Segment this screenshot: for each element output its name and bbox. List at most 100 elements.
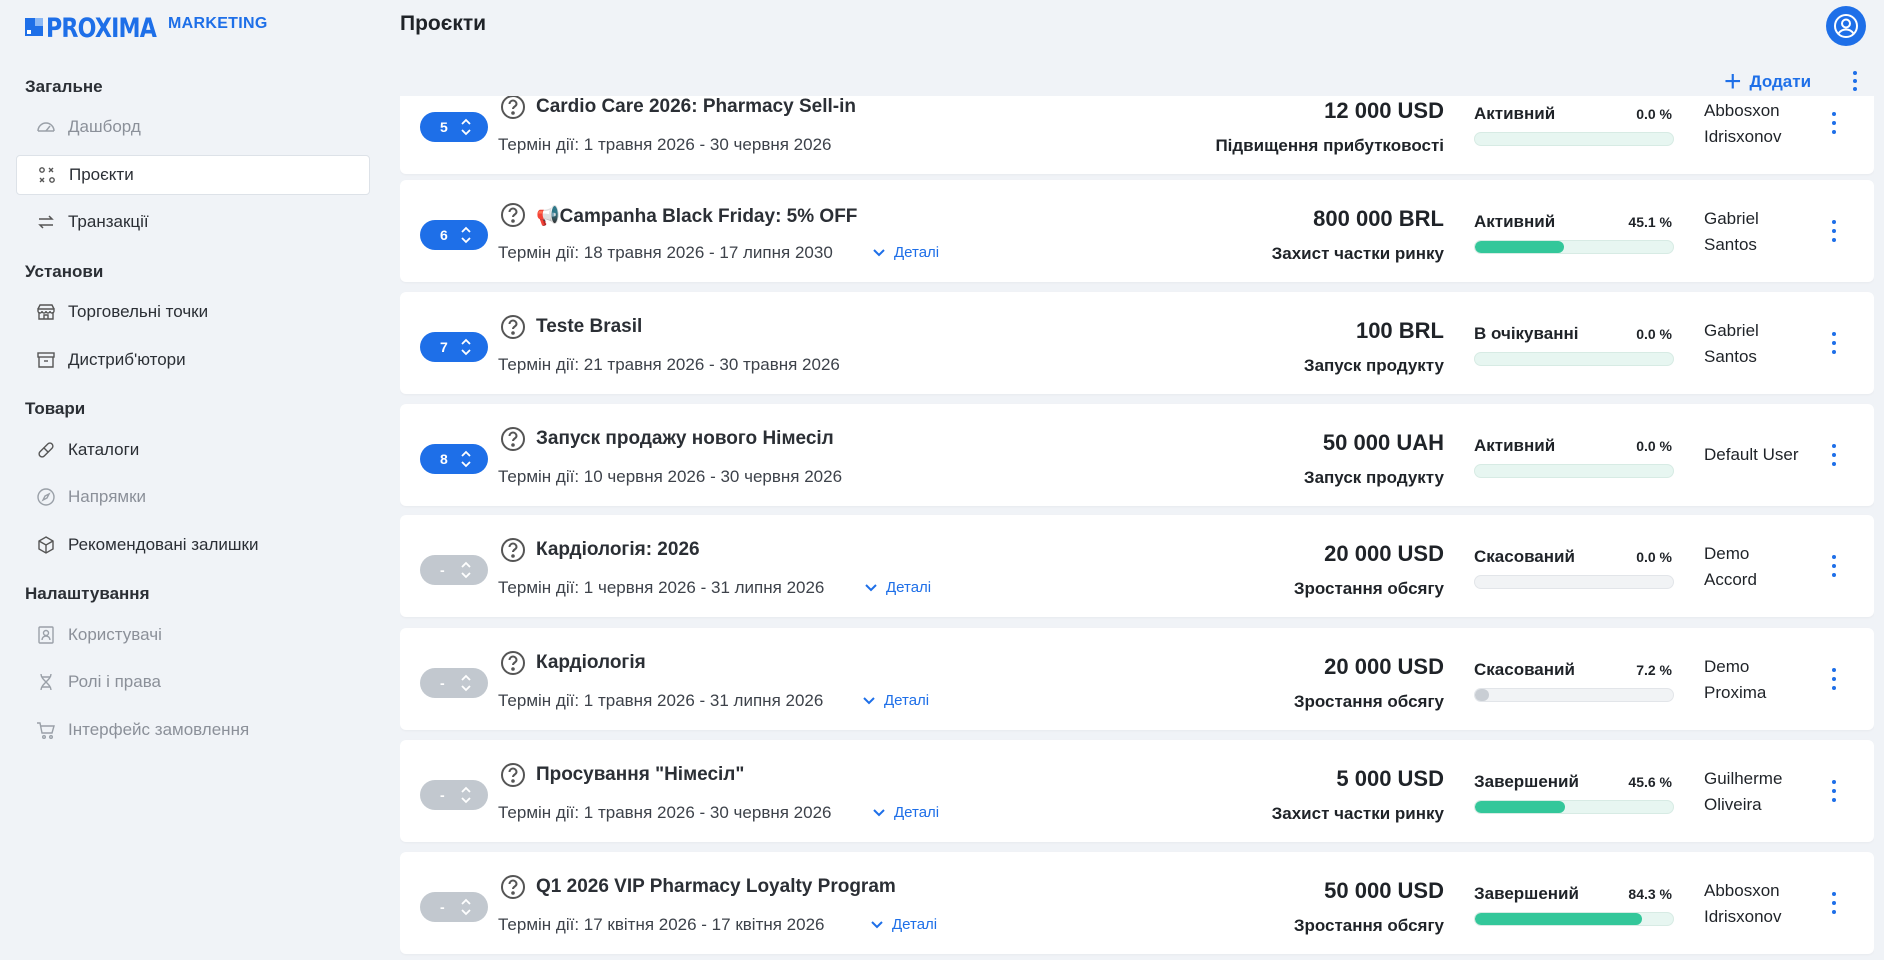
- priority-stepper[interactable]: 7: [420, 332, 488, 362]
- section-settings: Налаштування: [25, 584, 150, 603]
- brand-logo[interactable]: PROXIMA MARKETING: [25, 14, 268, 44]
- sidebar-item-label: Рекомендовані залишки: [68, 535, 259, 554]
- project-card[interactable]: - Кардіологія Термін дії: 1 травня 2026 …: [400, 628, 1874, 730]
- projects-icon: [39, 167, 55, 183]
- priority-stepper[interactable]: 6: [420, 220, 488, 250]
- project-goal: Підвищення прибутковості: [1215, 136, 1444, 155]
- sidebar-item-label: Користувачі: [68, 625, 162, 644]
- project-term: Термін дії: 1 травня 2026 - 30 червня 20…: [498, 803, 832, 822]
- project-title[interactable]: Кардіологія: [536, 652, 646, 674]
- owner-name-line: Abbosxon: [1704, 881, 1780, 900]
- chevron-down-icon: [863, 696, 875, 704]
- chevron-down-icon: [871, 920, 883, 928]
- project-owner: Demo Accord: [1704, 541, 1757, 593]
- row-menu-icon[interactable]: [1828, 890, 1840, 916]
- help-icon[interactable]: [500, 762, 526, 788]
- user-icon: [1834, 14, 1858, 38]
- project-card[interactable]: 7 Teste Brasil Термін дії: 21 травня 202…: [400, 292, 1874, 394]
- help-icon[interactable]: [500, 202, 526, 228]
- project-title[interactable]: Кардіологія: 2026: [536, 539, 700, 561]
- priority-stepper[interactable]: -: [420, 780, 488, 810]
- sidebar-item-users[interactable]: Користувачі: [16, 615, 370, 655]
- sidebar-item-recommended-stock[interactable]: Рекомендовані залишки: [16, 525, 370, 565]
- project-title[interactable]: Просування "Німесіл": [536, 764, 744, 786]
- sidebar-item-roles[interactable]: Ролі і права: [16, 662, 370, 702]
- project-title[interactable]: Запуск продажу нового Німесіл: [536, 428, 834, 450]
- add-project-button[interactable]: + Додати: [1724, 67, 1811, 97]
- sidebar-item-projects[interactable]: Проєкти: [16, 155, 370, 195]
- details-toggle[interactable]: Деталі: [870, 916, 937, 933]
- owner-name-line: Gabriel: [1704, 321, 1759, 340]
- project-card[interactable]: 6 📢Campanha Black Friday: 5% OFF Термін …: [400, 180, 1874, 282]
- owner-name-line: Santos: [1704, 235, 1757, 254]
- dashboard-icon: [37, 122, 55, 132]
- priority-stepper[interactable]: 5: [420, 112, 488, 142]
- project-budget: 50 000 USD: [1324, 878, 1444, 903]
- priority-stepper[interactable]: -: [420, 555, 488, 585]
- more-options-icon[interactable]: [1848, 70, 1862, 96]
- priority-stepper[interactable]: -: [420, 668, 488, 698]
- project-term: Термін дії: 1 травня 2026 - 31 липня 202…: [498, 691, 824, 710]
- priority-stepper[interactable]: 8: [420, 444, 488, 474]
- row-menu-icon[interactable]: [1828, 330, 1840, 356]
- project-card[interactable]: - Просування "Німесіл" Термін дії: 1 тра…: [400, 740, 1874, 842]
- project-goal: Зростання обсягу: [1293, 692, 1444, 711]
- project-title[interactable]: Cardio Care 2026: Pharmacy Sell-in: [536, 96, 856, 118]
- help-icon[interactable]: [500, 537, 526, 563]
- sidebar-item-label: Дистриб'ютори: [68, 350, 186, 369]
- owner-name-line: Guilherme: [1704, 769, 1783, 788]
- cart-icon: [37, 722, 55, 739]
- sidebar-item-label: Дашборд: [68, 117, 141, 136]
- details-toggle[interactable]: Деталі: [862, 692, 929, 709]
- help-icon[interactable]: [500, 96, 526, 120]
- help-icon[interactable]: [500, 426, 526, 452]
- details-toggle[interactable]: Деталі: [864, 579, 931, 596]
- row-menu-icon[interactable]: [1828, 778, 1840, 804]
- page-title: Проєкти: [400, 12, 487, 35]
- progress-percent: 45.6 %: [1628, 774, 1672, 790]
- sidebar-item-label: Інтерфейс замовлення: [68, 720, 250, 739]
- priority-stepper[interactable]: -: [420, 892, 488, 922]
- row-menu-icon[interactable]: [1828, 218, 1840, 244]
- help-icon[interactable]: [500, 650, 526, 676]
- row-menu-icon[interactable]: [1828, 442, 1840, 468]
- sidebar-item-stores[interactable]: Торговельні точки: [16, 292, 370, 332]
- priority-value: -: [440, 562, 445, 578]
- owner-name-line: Default User: [1704, 445, 1799, 464]
- details-label: Деталі: [886, 579, 932, 596]
- project-title[interactable]: Q1 2026 VIP Pharmacy Loyalty Program: [536, 876, 896, 898]
- chevron-down-icon: [873, 808, 885, 816]
- owner-name-line: Demo: [1704, 657, 1750, 676]
- sidebar-item-transactions[interactable]: Транзакції: [16, 202, 370, 242]
- project-card[interactable]: - Кардіологія: 2026 Термін дії: 1 червня…: [400, 515, 1874, 617]
- help-icon[interactable]: [500, 314, 526, 340]
- brand-suffix: MARKETING: [168, 15, 268, 32]
- help-icon[interactable]: [500, 874, 526, 900]
- user-avatar-button[interactable]: [1826, 6, 1866, 46]
- progress-percent: 45.1 %: [1628, 214, 1672, 230]
- row-menu-icon[interactable]: [1828, 666, 1840, 692]
- section-general: Загальне: [25, 77, 103, 96]
- progress-bar: [1474, 240, 1674, 254]
- progress-percent: 0.0 %: [1636, 326, 1672, 342]
- sidebar-item-catalogs[interactable]: Каталоги: [16, 430, 370, 470]
- sidebar-item-distributors[interactable]: Дистриб'ютори: [16, 340, 370, 380]
- row-menu-icon[interactable]: [1828, 553, 1840, 579]
- priority-value: -: [440, 675, 445, 691]
- project-owner: Demo Proxima: [1704, 654, 1766, 706]
- row-menu-icon[interactable]: [1828, 110, 1840, 136]
- sidebar-item-directions[interactable]: Напрямки: [16, 477, 370, 517]
- sidebar-item-order-interface[interactable]: Інтерфейс замовлення: [16, 710, 370, 750]
- project-card[interactable]: - Q1 2026 VIP Pharmacy Loyalty Program Т…: [400, 852, 1874, 954]
- sidebar-item-dashboard[interactable]: Дашборд: [16, 107, 370, 147]
- project-card[interactable]: 5 Cardio Care 2026: Pharmacy Sell-in Тер…: [400, 96, 1874, 174]
- project-term: Термін дії: 21 травня 2026 - 30 травня 2…: [498, 355, 840, 374]
- sidebar-item-label: Проєкти: [69, 165, 134, 184]
- progress-percent: 0.0 %: [1636, 106, 1672, 122]
- project-title[interactable]: 📢Campanha Black Friday: 5% OFF: [536, 204, 857, 228]
- project-owner: Default User: [1704, 442, 1798, 468]
- project-card[interactable]: 8 Запуск продажу нового Німесіл Термін д…: [400, 404, 1874, 506]
- details-toggle[interactable]: Деталі: [872, 244, 939, 261]
- project-title[interactable]: Teste Brasil: [536, 316, 642, 338]
- details-toggle[interactable]: Деталі: [872, 804, 939, 821]
